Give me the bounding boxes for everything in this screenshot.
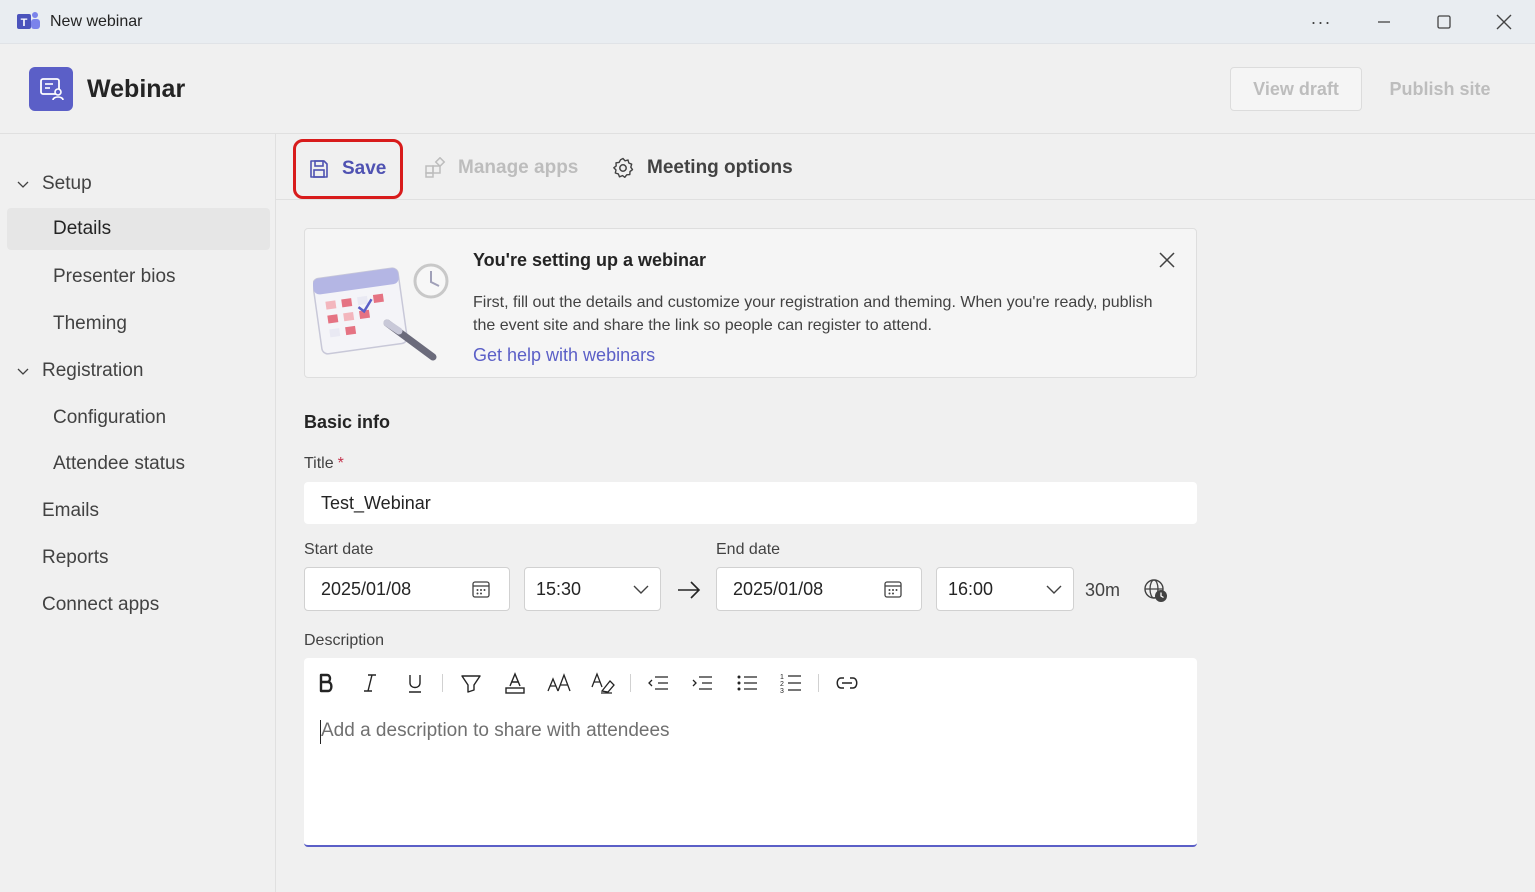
meeting-options-label: Meeting options <box>647 157 793 178</box>
save-label: Save <box>342 158 387 179</box>
help-link[interactable]: Get help with webinars <box>473 345 655 366</box>
chevron-down-icon <box>17 368 29 375</box>
header: Webinar View draft Publish site <box>0 44 1535 134</box>
gear-icon <box>613 157 634 178</box>
end-time-select[interactable]: 16:00 <box>936 567 1074 611</box>
sidebar-item-label: Configuration <box>53 407 167 428</box>
publish-site-button[interactable]: Publish site <box>1372 67 1508 111</box>
sidebar-item-theming[interactable]: Theming <box>7 303 270 345</box>
calendar-icon[interactable] <box>471 579 491 599</box>
start-date-value: 2025/01/08 <box>321 578 412 599</box>
sidebar-item-label: Reports <box>42 547 109 568</box>
sidebar: Setup Details Presenter bios Theming Reg… <box>0 134 276 892</box>
svg-text:2: 2 <box>780 681 784 688</box>
timezone-globe-icon[interactable] <box>1143 578 1169 604</box>
page-title: Webinar <box>87 75 186 103</box>
sidebar-item-label: Details <box>53 218 112 239</box>
end-time-value: 16:00 <box>948 578 994 599</box>
description-editor[interactable]: 123 Add a description to share with atte… <box>304 658 1197 847</box>
bulleted-list-icon[interactable] <box>733 669 761 697</box>
link-icon[interactable] <box>833 669 861 697</box>
decrease-indent-icon[interactable] <box>644 669 672 697</box>
font-color-icon[interactable] <box>501 669 529 697</box>
meeting-options-button[interactable]: Meeting options <box>611 152 793 184</box>
nav-group-label: Registration <box>42 360 144 381</box>
view-draft-button[interactable]: View draft <box>1230 67 1362 111</box>
nav-group-setup[interactable]: Setup <box>16 164 92 204</box>
sidebar-item-label: Presenter bios <box>53 266 176 287</box>
close-icon[interactable] <box>1156 249 1178 271</box>
numbered-list-icon[interactable]: 123 <box>777 669 805 697</box>
chevron-down-icon <box>633 585 649 594</box>
title-value: Test_Webinar <box>321 492 431 513</box>
chevron-down-icon <box>1046 585 1062 594</box>
sidebar-item-label: Emails <box>42 500 100 521</box>
sidebar-item-presenter-bios[interactable]: Presenter bios <box>7 256 270 298</box>
toolbar-divider <box>630 674 631 692</box>
end-date-value: 2025/01/08 <box>733 578 824 599</box>
start-time-value: 15:30 <box>536 578 582 599</box>
manage-apps-label: Manage apps <box>458 157 579 178</box>
toolbar-divider <box>442 674 443 692</box>
minimize-icon[interactable] <box>1354 0 1414 44</box>
svg-text:T: T <box>21 17 28 29</box>
arrow-right-icon <box>678 581 701 599</box>
rich-text-toolbar: 123 <box>304 658 1197 708</box>
highlight-icon[interactable] <box>457 669 485 697</box>
increase-indent-icon[interactable] <box>688 669 716 697</box>
close-icon[interactable] <box>1474 0 1534 44</box>
duration-label: 30m <box>1085 580 1121 600</box>
font-size-icon[interactable] <box>545 669 573 697</box>
calendar-illustration-icon <box>313 263 449 361</box>
nav-group-label: Setup <box>42 173 92 194</box>
end-date-label: End date <box>716 541 781 558</box>
manage-apps-button[interactable]: Manage apps <box>424 152 578 184</box>
title-input[interactable]: Test_Webinar <box>304 482 1197 524</box>
section-title: Basic info <box>304 412 391 432</box>
description-placeholder: Add a description to share with attendee… <box>321 720 670 741</box>
calendar-icon[interactable] <box>883 579 903 599</box>
start-date-label: Start date <box>304 541 374 558</box>
manage-apps-icon <box>425 157 446 178</box>
svg-text:3: 3 <box>780 688 784 695</box>
toolbar: Save Manage apps Meeting options <box>276 134 1535 200</box>
svg-text:1: 1 <box>780 674 784 681</box>
start-time-select[interactable]: 15:30 <box>524 567 661 611</box>
clear-format-icon[interactable] <box>589 669 617 697</box>
toolbar-divider <box>818 674 819 692</box>
underline-icon[interactable] <box>401 669 429 697</box>
sidebar-item-label: Connect apps <box>42 594 160 615</box>
sidebar-item-emails[interactable]: Emails <box>42 491 99 531</box>
title-label-text: Title <box>304 455 334 472</box>
chevron-down-icon <box>17 181 29 188</box>
nav-group-registration[interactable]: Registration <box>16 351 143 391</box>
sidebar-item-attendee-status[interactable]: Attendee status <box>7 443 270 485</box>
webinar-logo-icon <box>29 67 73 111</box>
info-banner: You're setting up a webinar First, fill … <box>304 228 1197 378</box>
sidebar-item-details[interactable]: Details <box>7 208 270 250</box>
save-icon <box>310 160 328 178</box>
sidebar-item-connect-apps[interactable]: Connect apps <box>42 585 159 625</box>
sidebar-item-label: Attendee status <box>53 453 186 474</box>
more-icon[interactable]: ··· <box>1291 0 1351 44</box>
end-date-picker[interactable]: 2025/01/08 <box>716 567 922 611</box>
banner-body: First, fill out the details and customiz… <box>473 294 1153 334</box>
maximize-icon[interactable] <box>1414 0 1474 44</box>
teams-logo-icon: T <box>17 12 40 29</box>
banner-title: You're setting up a webinar <box>473 250 706 270</box>
sidebar-item-label: Theming <box>53 313 127 334</box>
start-date-picker[interactable]: 2025/01/08 <box>304 567 510 611</box>
italic-icon[interactable] <box>356 669 384 697</box>
sidebar-item-configuration[interactable]: Configuration <box>7 397 270 439</box>
sidebar-item-reports[interactable]: Reports <box>42 538 109 578</box>
required-mark: * <box>337 455 344 472</box>
title-bar: T New webinar ··· <box>0 0 1535 44</box>
bold-icon[interactable] <box>312 669 340 697</box>
save-button[interactable]: Save <box>293 139 403 199</box>
description-label: Description <box>304 632 385 649</box>
window-title: New webinar <box>50 13 143 30</box>
title-label: Title * <box>304 455 344 473</box>
